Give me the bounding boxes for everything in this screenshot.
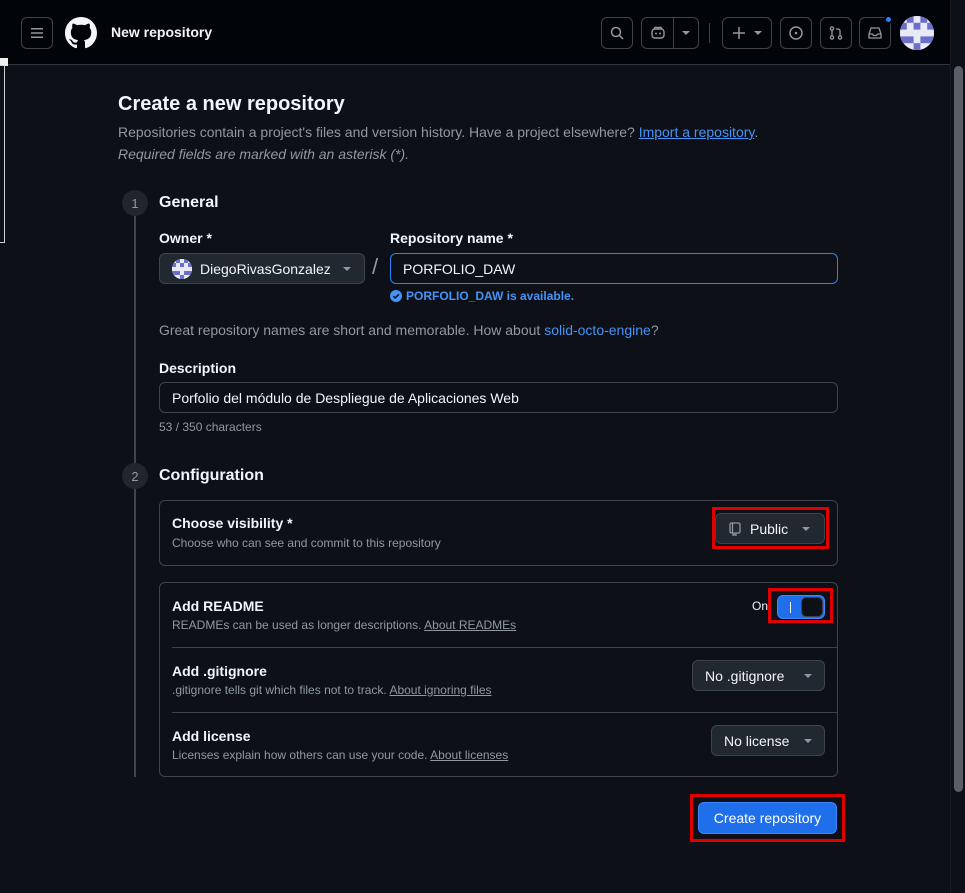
availability-message: PORFOLIO_DAW is available.: [390, 289, 574, 303]
highlight-visibility: [712, 507, 829, 549]
step-timeline: [134, 215, 136, 777]
gitignore-select[interactable]: No .gitignore: [692, 660, 825, 691]
section-title-general: General: [159, 194, 219, 211]
page-subtitle: Repositories contain a project's files a…: [118, 124, 758, 140]
visibility-title: Choose visibility *: [172, 515, 293, 531]
description-label: Description: [159, 360, 237, 376]
license-description: Licenses explain how others can use your…: [172, 748, 508, 762]
about-ignoring-files-link[interactable]: About ignoring files: [389, 683, 491, 697]
chevron-down-icon: [804, 673, 812, 678]
section-title-configuration: Configuration: [159, 467, 264, 484]
suggestion-suffix: ?: [650, 322, 659, 338]
license-desc-text: Licenses explain how others can use your…: [172, 748, 428, 762]
page-title: Create a new repository: [118, 93, 345, 115]
subtitle-text: Repositories contain a project's files a…: [118, 124, 635, 140]
create-new-button[interactable]: [722, 17, 772, 49]
hamburger-icon: [31, 28, 43, 38]
avatar[interactable]: [900, 16, 934, 50]
owner-avatar: [172, 258, 192, 279]
owner-label: Owner *: [159, 230, 212, 246]
gitignore-title: Add .gitignore: [172, 663, 267, 679]
header-divider: [709, 23, 710, 43]
readme-toggle-label: On: [752, 599, 769, 613]
pull-request-icon: [829, 26, 843, 40]
highlight-create-button: [690, 794, 845, 842]
description-input[interactable]: [159, 382, 838, 413]
owner-select[interactable]: DiegoRivasGonzalez: [159, 253, 365, 284]
row-divider: [172, 647, 837, 648]
license-title: Add license: [172, 728, 251, 744]
required-note: Required fields are marked with an aster…: [118, 146, 410, 162]
suggested-name-link[interactable]: solid-octo-engine: [544, 322, 651, 338]
name-suggestion: Great repository names are short and mem…: [159, 322, 659, 338]
suggestion-text: Great repository names are short and mem…: [159, 322, 541, 338]
github-logo-icon[interactable]: [65, 17, 97, 49]
page-name[interactable]: New repository: [111, 24, 212, 40]
search-button[interactable]: [601, 17, 633, 49]
step-number: 2: [122, 463, 148, 489]
issue-icon: [789, 26, 803, 40]
readme-title: Add README: [172, 598, 264, 614]
notification-indicator: [884, 15, 893, 24]
pull-requests-button[interactable]: [820, 17, 852, 49]
issues-button[interactable]: [780, 17, 812, 49]
owner-name-separator: /: [372, 254, 379, 279]
top-header: New repository: [0, 0, 950, 65]
about-licenses-link[interactable]: About licenses: [430, 748, 508, 762]
menu-button[interactable]: [21, 17, 53, 49]
repository-name-input[interactable]: [390, 253, 838, 284]
highlight-readme-toggle: [768, 588, 833, 623]
repo-name-label: Repository name *: [390, 230, 513, 246]
copilot-button[interactable]: [641, 17, 699, 49]
chevron-down-icon: [804, 738, 812, 743]
row-divider: [172, 712, 837, 713]
readme-desc-text: READMEs can be used as longer descriptio…: [172, 618, 422, 632]
character-count: 53 / 350 characters: [159, 420, 262, 434]
availability-text: PORFOLIO_DAW is available.: [406, 289, 575, 303]
inbox-icon: [868, 27, 882, 39]
copilot-icon: [642, 25, 673, 41]
step-number: 1: [122, 190, 148, 216]
license-select[interactable]: No license: [711, 725, 825, 756]
owner-value: DiegoRivasGonzalez: [200, 260, 331, 277]
check-circle-icon: [390, 290, 402, 302]
about-readmes-link[interactable]: About READMEs: [424, 618, 516, 632]
chevron-down-icon: [342, 266, 351, 271]
plus-icon: [733, 27, 745, 39]
readme-description: READMEs can be used as longer descriptio…: [172, 618, 516, 632]
visibility-description: Choose who can see and commit to this re…: [172, 536, 441, 550]
subtitle-suffix: .: [754, 124, 759, 140]
chevron-down-icon[interactable]: [674, 31, 698, 35]
license-value: No license: [724, 732, 790, 749]
gitignore-value: No .gitignore: [705, 667, 785, 684]
import-repository-link[interactable]: Import a repository: [639, 124, 755, 140]
scrollbar-thumb[interactable]: [954, 66, 963, 792]
search-icon: [610, 26, 624, 40]
gitignore-description: .gitignore tells git which files not to …: [172, 683, 492, 697]
window-edge: [0, 65, 5, 243]
chevron-down-icon: [754, 31, 762, 35]
gitignore-desc-text: .gitignore tells git which files not to …: [172, 683, 387, 697]
